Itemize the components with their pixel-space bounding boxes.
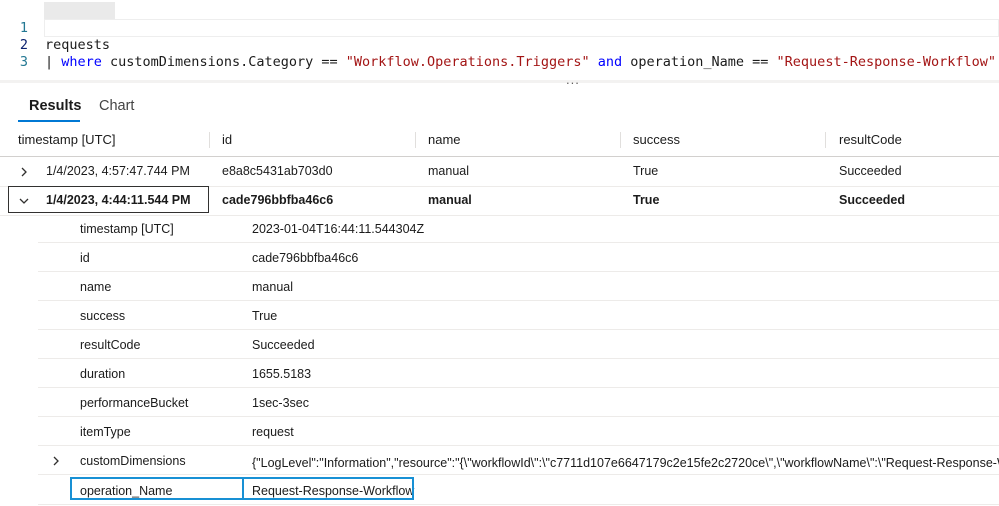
detail-row-timestamp: timestamp [UTC] 2023-01-04T16:44:11.5443… — [38, 214, 999, 243]
filter-field-1: customDimensions.Category == — [101, 54, 346, 70]
column-divider[interactable] — [209, 132, 210, 148]
detail-key: customDimensions — [80, 454, 186, 468]
pipe-operator: | — [45, 54, 62, 70]
chevron-right-icon[interactable] — [17, 157, 31, 186]
detail-value: True — [252, 309, 278, 323]
keyword-where: where — [61, 54, 102, 70]
query-editor[interactable]: 1 requests 2 | where customDimensions.Ca… — [0, 0, 999, 82]
detail-value: Succeeded — [252, 338, 315, 352]
detail-value: request — [252, 425, 294, 439]
detail-row-duration: duration 1655.5183 — [38, 359, 999, 388]
highlight-divider — [242, 479, 244, 498]
grid-header: timestamp [UTC] id name success resultCo… — [0, 124, 999, 157]
detail-value: manual — [252, 280, 293, 294]
detail-row-resultcode: resultCode Succeeded — [38, 330, 999, 359]
column-divider[interactable] — [825, 132, 826, 148]
cell-id: e8a8c5431ab703d0 — [222, 164, 333, 178]
editor-line-1[interactable]: 1 requests — [0, 3, 110, 53]
current-line-highlight — [44, 19, 999, 37]
detail-value: 1sec-3sec — [252, 396, 309, 410]
cell-timestamp: 1/4/2023, 4:57:47.744 PM — [46, 164, 190, 178]
detail-row-performancebucket: performanceBucket 1sec-3sec — [38, 388, 999, 417]
cell-name: manual — [428, 193, 472, 207]
column-header-name[interactable]: name — [428, 124, 461, 156]
chevron-right-icon[interactable] — [52, 446, 60, 474]
editor-line-2[interactable]: 2 | where customDimensions.Category == "… — [0, 20, 996, 70]
filter-field-2: operation_Name == — [622, 54, 777, 70]
column-header-timestamp[interactable]: timestamp [UTC] — [18, 124, 116, 156]
detail-row-success: success True — [38, 301, 999, 330]
detail-key: resultCode — [80, 338, 141, 352]
filter-string-2: "Request-Response-Workflow" — [776, 54, 996, 70]
cell-success: True — [633, 193, 660, 207]
detail-key: performanceBucket — [80, 396, 189, 410]
cell-resultcode: Succeeded — [839, 164, 902, 178]
chevron-down-icon[interactable] — [17, 186, 31, 215]
column-header-success[interactable]: success — [633, 124, 680, 156]
table-row-expanded[interactable]: 1/4/2023, 4:44:11.544 PM cade796bbfba46c… — [0, 186, 999, 216]
detail-row-customdimensions[interactable]: customDimensions {"LogLevel":"Informatio… — [38, 446, 999, 475]
table-row[interactable]: 1/4/2023, 4:57:47.744 PM e8a8c5431ab703d… — [0, 157, 999, 187]
query-table-name: requests — [45, 37, 111, 53]
detail-key: itemType — [80, 425, 131, 439]
column-header-id[interactable]: id — [222, 124, 232, 156]
detail-key: id — [80, 251, 90, 265]
detail-row-itemtype: itemType request — [38, 417, 999, 446]
detail-row-id: id cade796bbfba46c6 — [38, 243, 999, 272]
cell-success: True — [633, 164, 659, 178]
detail-key: duration — [80, 367, 126, 381]
detail-value: {"LogLevel":"Information","resource":"{\… — [252, 456, 999, 470]
column-divider[interactable] — [415, 132, 416, 148]
tab-chart[interactable]: Chart — [99, 98, 134, 114]
cell-name: manual — [428, 164, 469, 178]
cell-resultcode: Succeeded — [839, 193, 906, 207]
keyword-and: and — [589, 54, 623, 70]
word-highlight — [44, 2, 115, 19]
pane-splitter[interactable] — [0, 80, 999, 83]
active-tab-indicator — [18, 120, 80, 122]
tab-results[interactable]: Results — [29, 98, 81, 114]
column-divider[interactable] — [620, 132, 621, 148]
column-header-resultcode[interactable]: resultCode — [839, 124, 902, 156]
line-number: 3 — [19, 54, 28, 70]
editor-line-3[interactable]: 3 — [0, 37, 33, 70]
detail-value: 2023-01-04T16:44:11.544304Z — [252, 222, 425, 236]
detail-key: success — [80, 309, 126, 323]
cell-timestamp[interactable]: 1/4/2023, 4:44:11.544 PM — [46, 186, 191, 215]
detail-key: name — [80, 280, 112, 294]
filter-string-1: "Workflow.Operations.Triggers" — [345, 54, 590, 70]
cell-id: cade796bbfba46c6 — [222, 193, 334, 207]
splitter-handle[interactable]: ... — [566, 72, 580, 87]
detail-key: timestamp [UTC] — [80, 222, 174, 236]
detail-row-name: name manual — [38, 272, 999, 301]
detail-value: cade796bbfba46c6 — [252, 251, 359, 265]
detail-value: 1655.5183 — [252, 367, 312, 381]
